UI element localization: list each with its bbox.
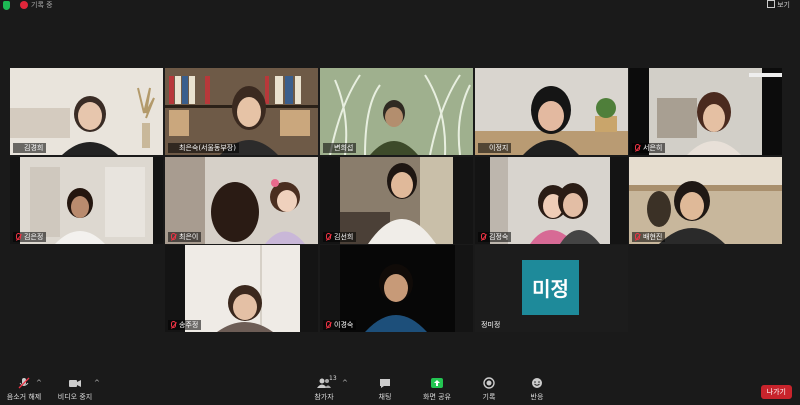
share-screen-icon xyxy=(431,377,443,389)
meeting-toolbar: 음소거 해제 ^ 비디오 중지 ^ 13 참가자 ^ 채팅 화면 공유 기록 반… xyxy=(0,373,800,405)
participant-name: 이경숙 xyxy=(323,320,357,330)
video-tile-7[interactable]: 최은이 xyxy=(165,157,318,244)
chat-icon xyxy=(379,377,391,389)
mic-muted-icon xyxy=(171,321,176,328)
video-camera-icon xyxy=(68,377,82,389)
video-tile-3[interactable]: 변희섭 xyxy=(320,68,473,155)
video-feed xyxy=(629,157,782,244)
video-tile-13[interactable]: 미정 정미정 xyxy=(475,245,628,332)
participants-count: 13 xyxy=(329,375,337,382)
video-feed xyxy=(320,68,473,155)
grid-view-icon xyxy=(767,0,776,8)
chat-button[interactable]: 채팅 xyxy=(370,377,400,402)
participant-name: 김경희 xyxy=(13,143,47,153)
mic-muted-icon xyxy=(171,233,176,240)
participant-name: 김은정 xyxy=(13,232,47,242)
video-tile-11[interactable]: 송주정 xyxy=(165,245,318,332)
mic-muted-icon xyxy=(16,233,21,240)
video-tile-4[interactable]: 이정지 xyxy=(475,68,628,155)
stop-video-button[interactable]: 비디오 중지 xyxy=(55,377,95,402)
participant-name: 송주정 xyxy=(168,320,202,330)
participants-button[interactable]: 13 참가자 xyxy=(306,375,342,402)
video-tile-5[interactable]: 서은히 xyxy=(629,68,782,155)
participant-name: 서은히 xyxy=(632,143,666,153)
video-tile-8[interactable]: 김선희 xyxy=(320,157,473,244)
mic-muted-icon xyxy=(635,233,640,240)
reactions-button[interactable]: 반응 xyxy=(522,377,552,402)
chat-label: 채팅 xyxy=(378,393,392,401)
participants-icon: 13 xyxy=(313,375,337,389)
mic-muted-icon xyxy=(481,233,486,240)
participant-name: 최은이 xyxy=(168,232,202,242)
video-feed xyxy=(475,157,628,244)
top-bar: 기록 중 보기 xyxy=(0,0,800,12)
record-label: 기록 xyxy=(482,393,496,401)
audio-options-caret-icon[interactable]: ^ xyxy=(36,379,42,387)
video-tile-10[interactable]: 배현진 xyxy=(629,157,782,244)
emoji-smile-icon xyxy=(531,377,543,389)
video-feed xyxy=(165,68,318,155)
reactions-label: 반응 xyxy=(530,393,544,401)
avatar-initial: 미정 xyxy=(522,260,579,315)
participant-name: 김선희 xyxy=(323,232,357,242)
video-tile-6[interactable]: 김은정 xyxy=(10,157,163,244)
unmute-label: 음소거 해제 xyxy=(6,393,42,401)
recording-icon xyxy=(20,1,28,9)
mic-muted-icon xyxy=(326,233,331,240)
participant-name: 이정지 xyxy=(478,143,512,153)
video-tile-9[interactable]: 김정숙 xyxy=(475,157,628,244)
video-tile-12[interactable]: 이경숙 xyxy=(320,245,473,332)
video-feed xyxy=(629,68,782,155)
mic-off-icon xyxy=(18,377,30,389)
video-options-caret-icon[interactable]: ^ xyxy=(94,379,100,387)
leave-button[interactable]: 나가기 xyxy=(760,385,792,399)
record-icon xyxy=(483,377,495,389)
mic-muted-icon xyxy=(635,144,640,151)
video-feed xyxy=(320,157,473,244)
participant-name: 변희섭 xyxy=(323,143,357,153)
video-tile-2[interactable]: 최은숙(서울동부장) xyxy=(165,68,318,155)
video-feed xyxy=(475,68,628,155)
mic-muted-icon xyxy=(326,321,331,328)
participants-options-caret-icon[interactable]: ^ xyxy=(342,379,348,387)
video-feed xyxy=(10,68,163,155)
share-screen-label: 화면 공유 xyxy=(423,393,451,401)
participant-name: 배현진 xyxy=(632,232,666,242)
recording-label: 기록 중 xyxy=(31,1,53,9)
participant-name: 정미정 xyxy=(481,321,501,329)
stop-video-label: 비디오 중지 xyxy=(57,393,93,401)
share-screen-button[interactable]: 화면 공유 xyxy=(417,377,457,402)
record-button[interactable]: 기록 xyxy=(474,377,504,402)
video-feed xyxy=(10,157,163,244)
participants-label: 참가자 xyxy=(314,393,334,401)
video-feed xyxy=(165,157,318,244)
video-feed xyxy=(165,245,318,332)
view-button[interactable]: 보기 xyxy=(767,0,790,10)
participant-name: 최은숙(서울동부장) xyxy=(168,143,239,153)
view-label: 보기 xyxy=(777,1,790,9)
video-tile-1[interactable]: 김경희 xyxy=(10,68,163,155)
participant-name: 김정숙 xyxy=(478,232,512,242)
video-feed xyxy=(320,245,473,332)
encryption-shield-icon[interactable] xyxy=(3,1,10,10)
